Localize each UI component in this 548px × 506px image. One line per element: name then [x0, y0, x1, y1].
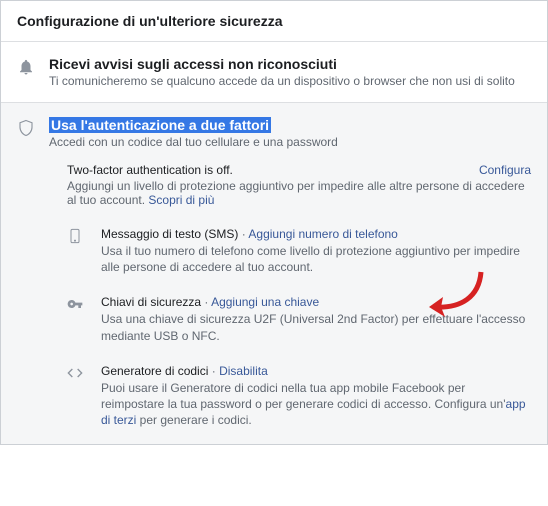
twofa-title: Usa l'autenticazione a due fattori: [49, 117, 271, 133]
twofa-sub: Accedi con un codice dal tuo cellulare e…: [49, 135, 531, 149]
twofa-status-row: Two-factor authentication is off. Config…: [67, 163, 531, 177]
method-security-keys-desc: Usa una chiave di sicurezza U2F (Univers…: [101, 311, 531, 343]
method-security-keys-body: Chiavi di sicurezza · Aggiungi una chiav…: [101, 295, 531, 343]
shield-icon: [17, 117, 37, 149]
add-key-link[interactable]: Aggiungi una chiave: [211, 295, 319, 309]
twofa-section[interactable]: Usa l'autenticazione a due fattori Acced…: [1, 103, 547, 163]
twofa-details: Two-factor authentication is off. Config…: [1, 163, 547, 444]
twofa-status-desc: Aggiungi un livello di protezione aggiun…: [67, 179, 531, 207]
method-sms-title: Messaggio di testo (SMS) · Aggiungi nume…: [101, 227, 531, 241]
code-icon: [67, 364, 87, 429]
panel-header: Configurazione di un'ulteriore sicurezza: [1, 1, 547, 42]
twofa-status: Two-factor authentication is off.: [67, 163, 233, 177]
twofa-body: Usa l'autenticazione a due fattori Acced…: [49, 117, 531, 149]
method-sms-desc: Usa il tuo numero di telefono come livel…: [101, 243, 531, 275]
learn-more-link[interactable]: Scopri di più: [148, 193, 214, 207]
security-settings-panel: Configurazione di un'ulteriore sicurezza…: [0, 0, 548, 445]
bell-icon: [17, 56, 37, 88]
configure-link[interactable]: Configura: [479, 163, 531, 177]
login-alerts-title: Ricevi avvisi sugli accessi non riconosc…: [49, 56, 531, 72]
method-code-generator-title: Generatore di codici · Disabilita: [101, 364, 531, 378]
method-security-keys-title: Chiavi di sicurezza · Aggiungi una chiav…: [101, 295, 531, 309]
login-alerts-section[interactable]: Ricevi avvisi sugli accessi non riconosc…: [1, 42, 547, 103]
method-security-keys: Chiavi di sicurezza · Aggiungi una chiav…: [67, 295, 531, 343]
phone-icon: [67, 227, 87, 275]
method-sms: Messaggio di testo (SMS) · Aggiungi nume…: [67, 227, 531, 275]
add-phone-link[interactable]: Aggiungi numero di telefono: [248, 227, 397, 241]
method-sms-body: Messaggio di testo (SMS) · Aggiungi nume…: [101, 227, 531, 275]
method-code-generator-desc: Puoi usare il Generatore di codici nella…: [101, 380, 531, 429]
method-code-generator-body: Generatore di codici · Disabilita Puoi u…: [101, 364, 531, 429]
key-icon: [67, 295, 87, 343]
panel-title: Configurazione di un'ulteriore sicurezza: [17, 13, 282, 29]
login-alerts-body: Ricevi avvisi sugli accessi non riconosc…: [49, 56, 531, 88]
method-code-generator: Generatore di codici · Disabilita Puoi u…: [67, 364, 531, 429]
login-alerts-sub: Ti comunicheremo se qualcuno accede da u…: [49, 74, 531, 88]
disable-codegen-link[interactable]: Disabilita: [219, 364, 268, 378]
